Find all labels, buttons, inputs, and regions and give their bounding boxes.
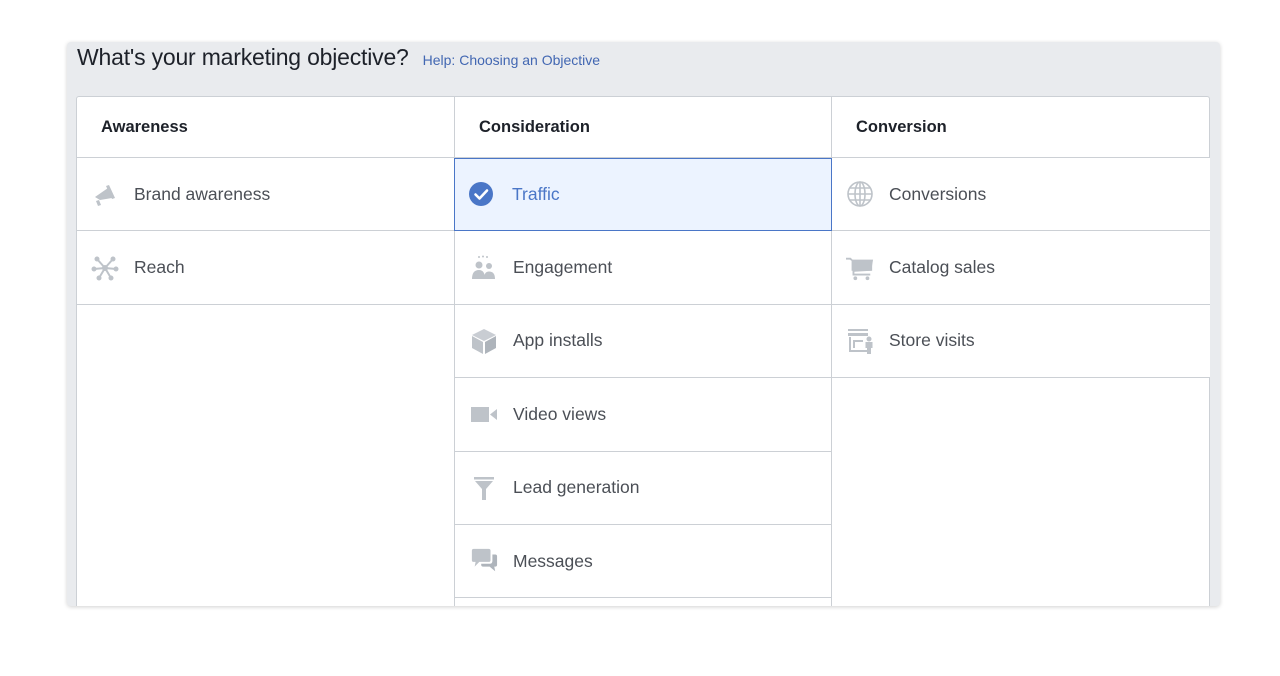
help-link[interactable]: Help: Choosing an Objective	[423, 52, 600, 68]
people-icon	[470, 254, 498, 282]
objective-store-visits[interactable]: Store visits	[832, 304, 1210, 379]
column-consideration: Consideration Traffic Engagement App ins…	[454, 97, 832, 606]
item-label: App installs	[513, 330, 603, 351]
item-label: Brand awareness	[134, 183, 271, 204]
check-circle-icon	[469, 180, 497, 208]
item-label: Conversions	[889, 183, 987, 204]
objective-conversions[interactable]: Conversions	[832, 158, 1210, 232]
objective-video-views[interactable]: Video views	[455, 378, 831, 452]
megaphone-icon	[91, 180, 119, 208]
objective-brand-awareness[interactable]: Brand awareness	[77, 158, 455, 232]
objective-app-installs[interactable]: App installs	[455, 304, 831, 379]
item-label: Messages	[513, 550, 593, 571]
objective-traffic[interactable]: Traffic	[454, 158, 832, 232]
box-icon	[470, 327, 498, 355]
reach-icon	[91, 254, 119, 282]
shopping-cart-icon	[846, 254, 874, 282]
item-label: Video views	[513, 403, 607, 424]
chat-bubbles-icon	[470, 547, 498, 575]
panel-header: What's your marketing objective? Help: C…	[77, 44, 600, 74]
globe-icon	[846, 180, 874, 208]
objective-messages[interactable]: Messages	[455, 524, 831, 599]
column-header-awareness: Awareness	[77, 97, 455, 158]
item-label: Traffic	[512, 183, 560, 204]
item-label: Engagement	[513, 257, 613, 278]
store-icon	[846, 327, 874, 355]
objective-engagement[interactable]: Engagement	[455, 231, 831, 305]
column-header-conversion: Conversion	[832, 97, 1210, 158]
funnel-icon	[470, 474, 498, 502]
page-title: What's your marketing objective?	[77, 44, 409, 70]
item-label: Lead generation	[513, 477, 640, 498]
objective-catalog-sales[interactable]: Catalog sales	[832, 231, 1210, 305]
objective-panel: What's your marketing objective? Help: C…	[67, 42, 1220, 606]
video-camera-icon	[470, 400, 498, 428]
item-label: Store visits	[889, 330, 975, 351]
objective-lead-generation[interactable]: Lead generation	[455, 451, 831, 525]
item-label: Reach	[134, 257, 185, 278]
item-label: Catalog sales	[889, 257, 996, 278]
objective-grid: Awareness Brand awareness Reach Consider…	[76, 96, 1210, 606]
column-header-consideration: Consideration	[455, 97, 831, 158]
objective-reach[interactable]: Reach	[77, 231, 455, 305]
column-awareness: Awareness Brand awareness Reach	[77, 97, 455, 606]
column-conversion: Conversion Conversions Catalog sales Sto…	[832, 97, 1210, 606]
